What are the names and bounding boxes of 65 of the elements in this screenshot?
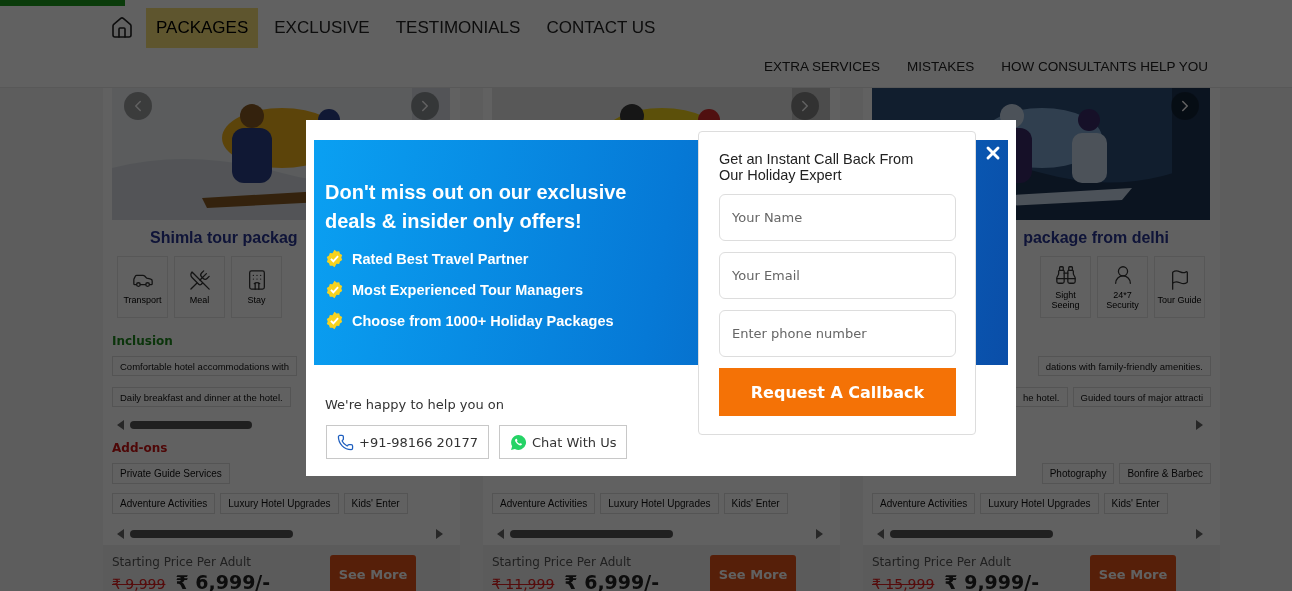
- phone-button[interactable]: +91-98166 20177: [326, 425, 489, 459]
- section-label: Inclusion: [112, 333, 173, 350]
- price: ₹ 9,999/-: [944, 571, 1040, 591]
- form-title: Get an Instant Call Back From Our Holiday Expert: [719, 151, 915, 183]
- check-badge-icon: [325, 311, 344, 330]
- chat-icon: [509, 433, 527, 451]
- package-title: package from delhi: [1023, 229, 1169, 247]
- addon-tag: Luxury Hotel Upgrades: [220, 493, 339, 514]
- old-price: ₹ 9,999: [112, 576, 166, 591]
- sub-nav-link[interactable]: MISTAKES: [906, 59, 975, 74]
- offer-headline: Don't miss out on our exclusive deals & insider only offers!: [325, 180, 628, 234]
- nav-link[interactable]: PACKAGES: [146, 8, 259, 48]
- addon-tag: Private Guide Services: [112, 463, 230, 484]
- addon-tag: Luxury Hotel Upgrades: [600, 493, 719, 514]
- chat-button[interactable]: Chat With Us: [498, 425, 628, 459]
- old-price: ₹ 11,999: [492, 576, 555, 591]
- check-badge-icon: [325, 249, 344, 268]
- price-label: Starting Price Per Adult: [492, 555, 632, 569]
- help-text: We're happy to help you on: [325, 397, 506, 412]
- home-icon[interactable]: [110, 16, 134, 40]
- inclusion-tag: Daily breakfast and dinner at the hotel.: [112, 387, 291, 407]
- addon-tag: Adventure Activities: [492, 493, 596, 514]
- input-field[interactable]: Your Name: [719, 194, 956, 241]
- nav-link[interactable]: TESTIMONIALS: [385, 8, 531, 48]
- price-label: Starting Price Per Adult: [872, 555, 1012, 569]
- benefit-text: Most Experienced Tour Managers: [352, 281, 583, 298]
- amenity-tile: Meal: [174, 256, 225, 318]
- addon-tag: Bonfire & Barbec: [1119, 463, 1211, 484]
- see-more-button[interactable]: See More: [330, 555, 416, 591]
- amenity-tile: Sight Seeing: [1040, 256, 1091, 318]
- inclusion-tag: Guided tours of major attracti: [1072, 387, 1211, 407]
- phone-icon: [337, 433, 354, 451]
- package-title: Shimla tour packag: [150, 229, 298, 247]
- benefit-text: Choose from 1000+ Holiday Packages: [352, 312, 614, 329]
- amenity-tile: Tour Guide: [1154, 256, 1205, 318]
- benefit-text: Rated Best Travel Partner: [352, 250, 529, 267]
- price-label: Starting Price Per Adult: [112, 555, 252, 569]
- amenity-tile: Transport: [117, 256, 168, 318]
- price: ₹ 6,999/-: [564, 571, 660, 591]
- sub-nav-link[interactable]: HOW CONSULTANTS HELP YOU: [1001, 59, 1208, 74]
- request-callback-button[interactable]: Request A Callback: [719, 368, 956, 416]
- sub-nav-link[interactable]: EXTRA SERVICES: [763, 59, 880, 74]
- section-label: Add-ons: [112, 440, 168, 457]
- addon-tag: Adventure Activities: [112, 493, 216, 514]
- see-more-button[interactable]: See More: [710, 555, 796, 591]
- old-price: ₹ 15,999: [872, 576, 935, 591]
- addon-tag: Photography: [1041, 463, 1115, 484]
- addon-tag: Kids' Enter: [343, 493, 408, 514]
- input-field[interactable]: Enter phone number: [719, 310, 956, 357]
- nav-link[interactable]: CONTACT US: [536, 8, 666, 48]
- addon-tag: Luxury Hotel Upgrades: [980, 493, 1099, 514]
- check-badge-icon: [325, 280, 344, 299]
- inclusion-tag: Comfortable hotel accommodations with: [112, 356, 297, 376]
- utensils-icon: [188, 269, 211, 291]
- inclusion-tag: dations with family-friendly amenities.: [1037, 356, 1211, 376]
- nav-link[interactable]: EXCLUSIVE: [264, 8, 380, 48]
- addon-tag: Kids' Enter: [1103, 493, 1168, 514]
- price: ₹ 6,999/-: [175, 571, 271, 591]
- see-more-button[interactable]: See More: [1090, 555, 1176, 591]
- addon-tag: Kids' Enter: [723, 493, 788, 514]
- amenity-tile: Stay: [231, 256, 282, 318]
- addon-tag: Adventure Activities: [872, 493, 976, 514]
- binoculars-icon: [1054, 264, 1077, 286]
- amenity-tile: 24*7 Security: [1097, 256, 1148, 318]
- input-field[interactable]: Your Email: [719, 252, 956, 299]
